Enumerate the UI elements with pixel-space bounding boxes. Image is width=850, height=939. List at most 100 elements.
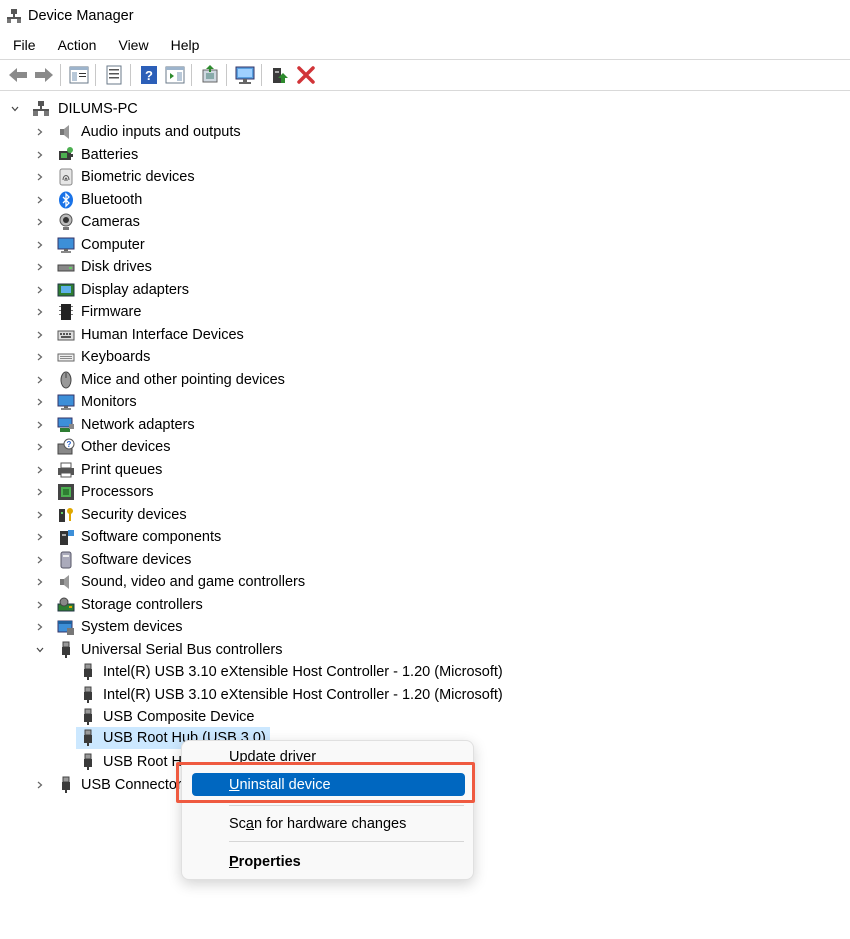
chevron-right-icon[interactable] <box>35 465 45 475</box>
svg-text:?: ? <box>67 440 72 449</box>
chevron-down-icon[interactable] <box>10 104 20 114</box>
back-arrow-icon[interactable] <box>6 63 30 87</box>
chevron-right-icon[interactable] <box>35 217 45 227</box>
tree-item-processors[interactable]: Processors <box>35 481 154 503</box>
usb-device-row[interactable]: Intel(R) USB 3.10 eXtensible Host Contro… <box>79 661 503 683</box>
enable-device-icon[interactable] <box>268 63 292 87</box>
chevron-right-icon[interactable] <box>35 397 45 407</box>
printer-icon <box>58 462 74 477</box>
chevron-right-icon[interactable] <box>35 420 45 430</box>
tree-item-print-queues[interactable]: Print queues <box>35 459 162 481</box>
menu-item-label: n for hardware changes <box>254 816 407 832</box>
chevron-right-icon[interactable] <box>35 262 45 272</box>
chevron-right-icon[interactable] <box>35 487 45 497</box>
tree-item-label: System devices <box>81 619 183 635</box>
title-bar: Device Manager <box>0 0 850 32</box>
help-icon[interactable]: ? <box>137 63 161 87</box>
tree-item-usb-connector-managers[interactable]: USB Connector <box>35 774 182 796</box>
firmware-chip-icon <box>59 304 73 320</box>
tree-item-label: Processors <box>81 484 154 500</box>
tree-item-sound-video[interactable]: Sound, video and game controllers <box>35 571 305 593</box>
chevron-right-icon[interactable] <box>35 330 45 340</box>
tree-root[interactable]: DILUMS-PC <box>10 98 138 120</box>
usb-plug-icon <box>84 663 92 680</box>
menu-action[interactable]: Action <box>45 37 106 53</box>
tree-item-mice[interactable]: Mice and other pointing devices <box>35 369 285 391</box>
chevron-right-icon[interactable] <box>35 780 45 790</box>
tree-item-computer[interactable]: Computer <box>35 234 145 256</box>
uninstall-device-icon[interactable] <box>294 63 318 87</box>
tree-item-other-devices[interactable]: ? Other devices <box>35 436 170 458</box>
tree-item-label: Human Interface Devices <box>81 326 244 343</box>
tree-item-batteries[interactable]: Batteries <box>35 144 138 166</box>
storage-controller-icon <box>57 597 75 611</box>
toolbar-separator <box>95 64 96 86</box>
chevron-right-icon[interactable] <box>35 150 45 160</box>
chevron-right-icon[interactable] <box>35 172 45 182</box>
forward-arrow-icon[interactable] <box>32 63 56 87</box>
speaker-icon <box>60 575 69 589</box>
usb-device-row[interactable]: USB Root H <box>79 751 182 773</box>
tree-item-storage-controllers[interactable]: Storage controllers <box>35 594 203 616</box>
tree-item-cameras[interactable]: Cameras <box>35 211 140 233</box>
menu-view[interactable]: View <box>105 37 157 53</box>
tree-item-display-adapters[interactable]: Display adapters <box>35 279 189 301</box>
chevron-right-icon[interactable] <box>35 352 45 362</box>
tree-item-monitors[interactable]: Monitors <box>35 391 137 413</box>
usb-plug-icon <box>84 708 92 725</box>
update-driver-icon[interactable] <box>198 63 222 87</box>
chevron-right-icon[interactable] <box>35 622 45 632</box>
chevron-right-icon[interactable] <box>35 442 45 452</box>
tree-item-hid[interactable]: Human Interface Devices <box>35 324 244 346</box>
scan-hardware-icon[interactable] <box>233 63 257 87</box>
chevron-right-icon[interactable] <box>35 240 45 250</box>
chevron-right-icon[interactable] <box>35 127 45 137</box>
chevron-right-icon[interactable] <box>35 285 45 295</box>
tree-item-bluetooth[interactable]: Bluetooth <box>35 189 142 211</box>
tree-item-keyboards[interactable]: Keyboards <box>35 346 150 368</box>
menu-help[interactable]: Help <box>158 37 209 53</box>
menu-file[interactable]: File <box>0 37 45 53</box>
tree-item-security[interactable]: Security devices <box>35 504 187 526</box>
chevron-down-icon[interactable] <box>35 645 45 655</box>
hid-keyboard-icon <box>57 330 75 340</box>
chevron-right-icon[interactable] <box>35 375 45 385</box>
tree-item-label: Sound, video and game controllers <box>81 574 306 590</box>
keyboard-icon <box>57 353 75 362</box>
tree-item-label: Cameras <box>81 214 140 230</box>
tree-item-audio[interactable]: Audio inputs and outputs <box>35 121 241 143</box>
menu-item-properties[interactable]: Properties <box>190 849 465 875</box>
unknown-device-icon: ? <box>57 438 75 455</box>
tree-item-usb-controllers[interactable]: Universal Serial Bus controllers <box>35 639 282 661</box>
usb-plug-icon <box>84 686 92 703</box>
chevron-right-icon[interactable] <box>35 600 45 610</box>
action-pane-icon[interactable] <box>163 63 187 87</box>
bluetooth-icon <box>59 191 73 208</box>
chevron-right-icon[interactable] <box>35 532 45 542</box>
usb-plug-icon <box>62 641 70 658</box>
properties-icon[interactable] <box>102 63 126 87</box>
chevron-right-icon[interactable] <box>35 195 45 205</box>
chevron-right-icon[interactable] <box>35 555 45 565</box>
display-adapter-icon <box>57 283 75 296</box>
tree-item-biometric[interactable]: Biometric devices <box>35 166 195 188</box>
chevron-right-icon[interactable] <box>35 510 45 520</box>
tree-item-label: Mice and other pointing devices <box>81 371 285 388</box>
tree-item-firmware[interactable]: Firmware <box>35 301 141 323</box>
show-hide-tree-icon[interactable] <box>67 63 91 87</box>
processor-icon <box>58 484 74 500</box>
usb-device-row[interactable]: Intel(R) USB 3.10 eXtensible Host Contro… <box>79 684 503 706</box>
system-device-icon <box>57 620 74 635</box>
tree-item-network[interactable]: Network adapters <box>35 414 195 436</box>
chevron-right-icon[interactable] <box>35 577 45 587</box>
menu-item-scan-hardware[interactable]: Sc a n for hardware changes <box>190 811 465 837</box>
chevron-right-icon[interactable] <box>35 307 45 317</box>
tree-item-system-devices[interactable]: System devices <box>35 616 183 638</box>
tree-item-software-components[interactable]: Software components <box>35 526 221 548</box>
usb-device-row[interactable]: USB Composite Device <box>79 706 255 728</box>
tree-item-label: Firmware <box>81 304 142 320</box>
tree-item-software-devices[interactable]: Software devices <box>35 549 191 571</box>
tree-item-disk-drives[interactable]: Disk drives <box>35 256 152 278</box>
usb-plug-icon <box>62 776 70 793</box>
toolbar-separator <box>191 64 192 86</box>
